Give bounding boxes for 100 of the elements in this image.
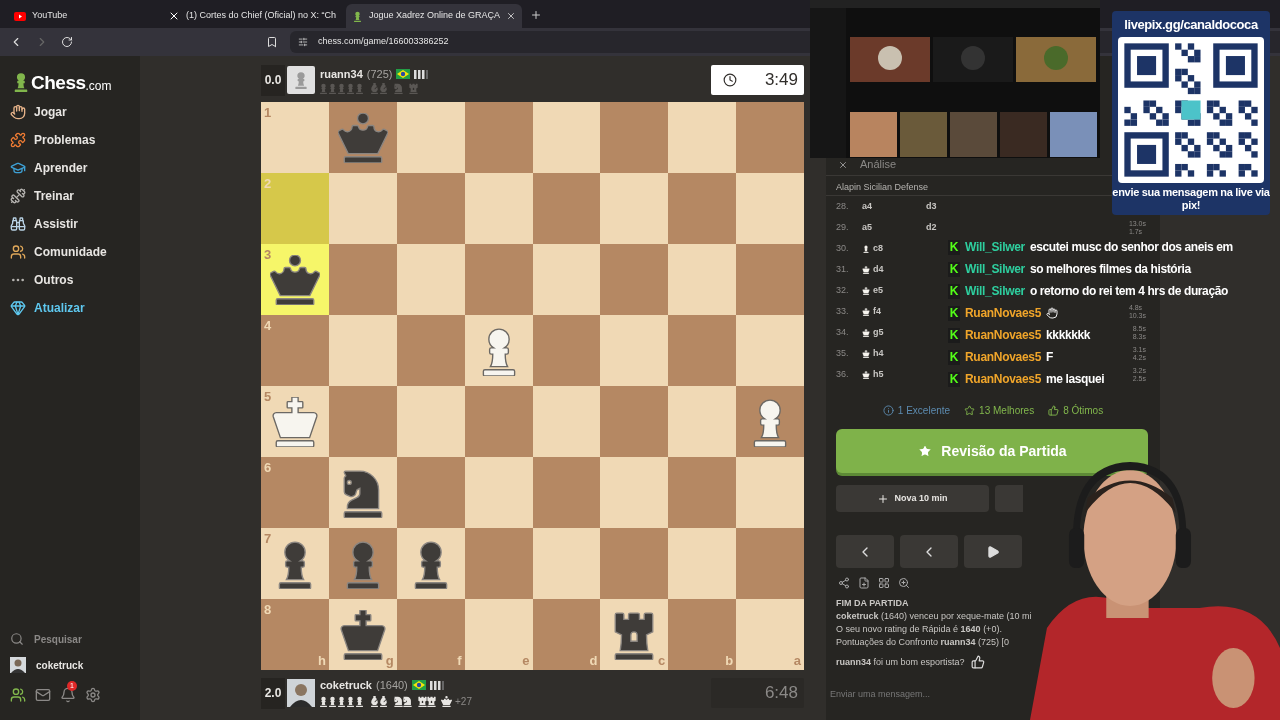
file-label: e	[522, 651, 530, 670]
move-notation[interactable]: c8	[860, 241, 926, 256]
bookmark-icon[interactable]	[266, 36, 278, 48]
layout-icon[interactable]	[878, 577, 890, 589]
nav-item[interactable]: Assistir	[0, 210, 140, 238]
rank-label: 7	[264, 530, 272, 548]
king-icon	[862, 265, 870, 274]
notifications-icon[interactable]	[60, 687, 76, 703]
chat-message: escutei musc do senhor dos aneis em	[1029, 239, 1233, 256]
board-square[interactable]	[328, 457, 397, 528]
x-letter-icon	[168, 10, 180, 22]
chat-username: Will_Silwer	[965, 261, 1025, 278]
chat-message: kkkkkkk	[1046, 327, 1090, 344]
flag-icon	[411, 680, 426, 690]
rank-label: 2	[264, 175, 272, 193]
close-icon[interactable]	[838, 159, 848, 170]
first-move-button[interactable]	[836, 535, 894, 568]
player-name[interactable]: ruann34	[320, 65, 363, 83]
game-over-title: FIM DA PARTIDA	[836, 597, 910, 610]
chat-username: RuanNovaes5	[965, 349, 1042, 366]
close-tab-icon[interactable]	[506, 11, 517, 21]
move-notation[interactable]: a5	[860, 220, 926, 235]
nav-item[interactable]: Atualizar	[0, 294, 140, 322]
browser-tab[interactable]: YouTube	[8, 4, 158, 28]
clock: 6:48	[711, 678, 804, 708]
move-notation[interactable]: f4	[860, 304, 926, 319]
site-settings-icon[interactable]	[298, 37, 308, 47]
star-icon	[964, 404, 976, 416]
chess-king-icon	[337, 609, 388, 660]
new-game-button[interactable]: Nova 10 min	[836, 485, 989, 512]
move-notation[interactable]: e5	[860, 283, 926, 298]
chat-username: RuanNovaes5	[965, 305, 1042, 322]
settings-icon[interactable]	[85, 687, 101, 703]
king-icon	[862, 349, 870, 358]
nav-item[interactable]: Treinar	[0, 182, 140, 210]
board-square[interactable]	[736, 386, 804, 457]
nav-item[interactable]: Comunidade	[0, 238, 140, 266]
king-icon	[862, 328, 870, 337]
board-square[interactable]	[396, 528, 465, 599]
clock-icon	[722, 73, 737, 87]
puzzle-icon	[10, 132, 26, 148]
nav-item[interactable]: Jogar	[0, 98, 140, 126]
chat-message: o retorno do rei tem 4 hrs de duração	[1029, 283, 1228, 300]
file-label: c	[658, 651, 666, 670]
zoom-icon[interactable]	[898, 577, 910, 589]
nav-item[interactable]: Problemas	[0, 126, 140, 154]
add-file-icon[interactable]	[858, 577, 870, 589]
avatar-icon	[287, 66, 315, 94]
browser-tab[interactable]: Jogue Xadrez Online de GRAÇA	[346, 4, 523, 28]
board-square[interactable]	[328, 528, 397, 599]
move-notation[interactable]: d3	[926, 199, 986, 214]
previous-move-button[interactable]	[900, 535, 958, 568]
thumbs-up-icon[interactable]	[970, 655, 985, 669]
nav-item[interactable]: Aprender	[0, 154, 140, 182]
chat-username: RuanNovaes5	[965, 327, 1042, 344]
score-label: 0.0	[261, 64, 285, 96]
move-notation[interactable]: a4	[860, 199, 926, 214]
chess-logo[interactable]: Chess.com	[0, 56, 140, 92]
friends-icon[interactable]	[10, 687, 26, 703]
file-label: h	[317, 651, 326, 670]
rank-label: 4	[264, 317, 272, 335]
file-label: d	[589, 651, 598, 670]
king-icon	[862, 370, 870, 379]
move-number: 28.	[835, 199, 850, 213]
qr-code-icon	[1118, 36, 1264, 183]
file-label: g	[385, 651, 394, 670]
rank-label: 8	[264, 601, 272, 619]
message-field[interactable]: Enviar uma mensagem...	[830, 683, 980, 705]
chess-queen-icon	[269, 254, 320, 305]
play-button[interactable]	[964, 535, 1022, 568]
move-notation[interactable]: g5	[860, 325, 926, 340]
move-quality-count: 13 Melhores	[979, 403, 1035, 418]
sportsmanship-question: ruann34 foi um bom esportista?	[836, 655, 965, 669]
new-tab-icon[interactable]	[530, 9, 543, 21]
move-notation[interactable]: h5	[860, 367, 926, 382]
player-name[interactable]: coketruck	[320, 676, 372, 694]
share-icon[interactable]	[838, 577, 850, 589]
move-number: 30.	[835, 241, 850, 255]
reload-icon[interactable]	[61, 36, 73, 48]
search-link[interactable]: Pesquisar	[0, 626, 140, 652]
move-notation[interactable]: h4	[860, 346, 926, 361]
move-number: 32.	[835, 283, 850, 297]
board-square[interactable]	[328, 102, 397, 173]
game-over-text: Pontuações do Confronto ruann34 (725) [0	[836, 636, 1011, 649]
move-notation[interactable]: d2	[926, 220, 986, 235]
browser-tab[interactable]: (1) Cortes do Chief (Oficial) no X: “Ch	[162, 4, 343, 28]
player-rating: (725)	[366, 66, 393, 82]
move-notation[interactable]: d4	[860, 262, 926, 277]
board-square[interactable]	[464, 315, 533, 386]
move-quality-count: 1 Excelente	[897, 403, 951, 418]
king-icon	[862, 307, 870, 316]
score-label: 2.0	[261, 677, 285, 709]
profile-link[interactable]: coketruck	[0, 652, 140, 678]
game-over-text: coketruck (1640) venceu por xeque-mate (10 mi	[836, 610, 1033, 623]
pawn-icon	[352, 10, 364, 22]
material-advantage: +27	[455, 695, 472, 710]
avatar-icon	[287, 679, 315, 707]
mail-icon[interactable]	[35, 687, 51, 703]
plus-icon	[877, 492, 890, 505]
nav-item[interactable]: Outros	[0, 266, 140, 294]
